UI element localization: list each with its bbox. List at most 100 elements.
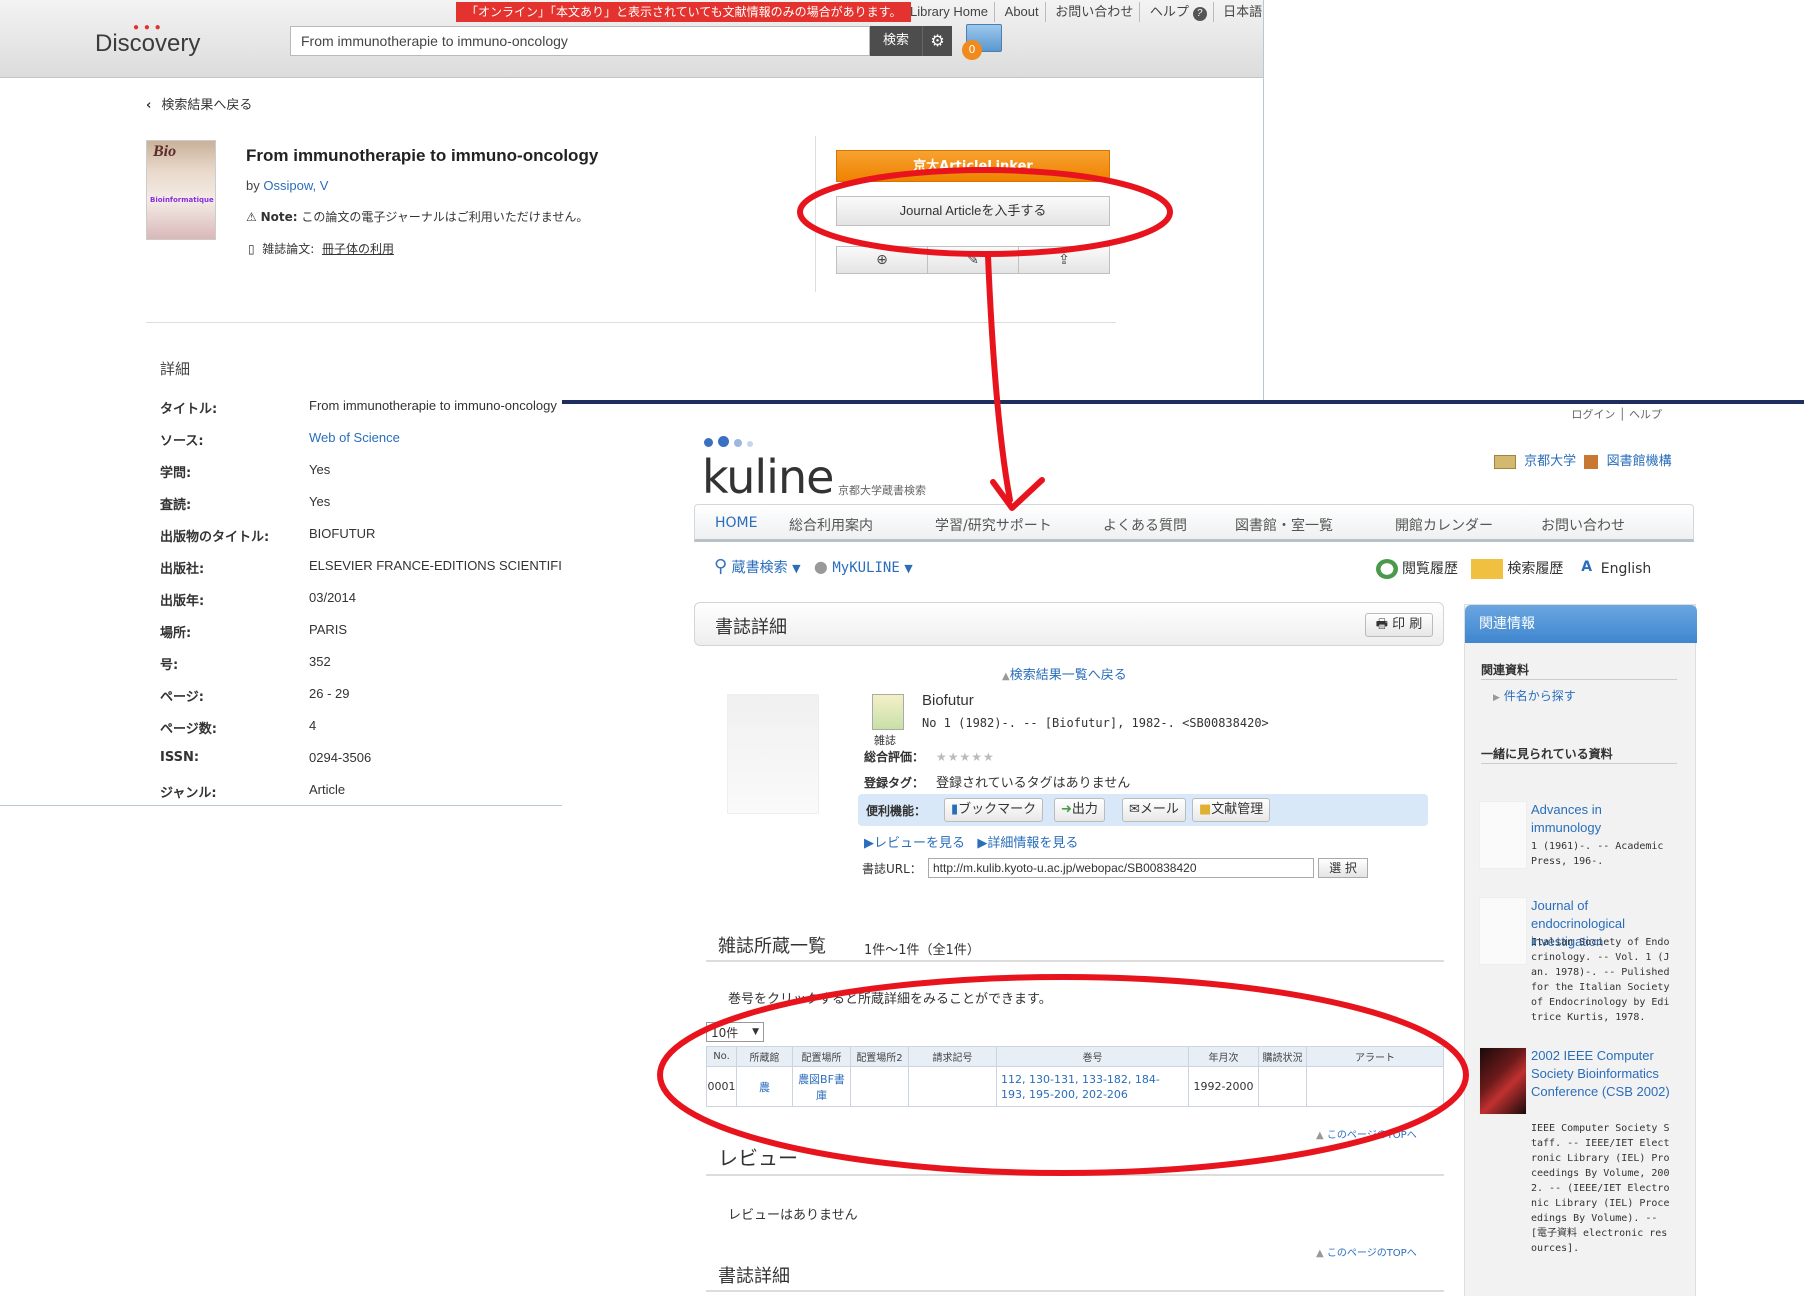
mail-button[interactable]: ✉メール <box>1122 798 1186 822</box>
search-by-subject-link[interactable]: ▶ 件名から探す <box>1493 687 1576 704</box>
item-thumbnail <box>1479 897 1527 965</box>
related-info-sidebar: 関連情報 関連資料 ▶ 件名から探す 一緒に見られている資料 Advances … <box>1464 604 1697 1296</box>
catalog-search-menu[interactable]: 蔵書検索 <box>732 560 788 576</box>
cell-volumes-link[interactable]: 112, 130-131, 133-182, 184-193, 195-200,… <box>996 1066 1189 1107</box>
rating: 総合評価： ★★★★★ <box>864 750 995 764</box>
availability-note: ⚠ Note: この論文の電子ジャーナルはご利用いただけません。 <box>246 210 589 224</box>
triangle-up-icon: ▲ <box>1316 1130 1324 1141</box>
nav-faq[interactable]: よくある質問 <box>1103 515 1187 535</box>
nav-home[interactable]: HOME <box>715 515 757 531</box>
language-select[interactable]: 日本語 ▾ <box>1217 2 1263 22</box>
search-history-link[interactable]: 検索履歴 <box>1507 561 1563 577</box>
cell-library-link[interactable]: 農 <box>736 1066 793 1107</box>
gear-icon[interactable]: ⚙ <box>922 26 952 56</box>
table-row: 0001 農 農図BF書庫 112, 130-131, 133-182, 184… <box>706 1066 1444 1107</box>
main-nav: HOME 総合利用案内 学習/研究サポート よくある質問 図書館・室一覧 開館カ… <box>694 504 1694 542</box>
help-icon: ? <box>1192 7 1207 21</box>
detail-links: ▶レビューを見る ▶詳細情報を見る <box>864 832 1078 851</box>
top-nav-help[interactable]: ヘルプ ? <box>1144 2 1214 22</box>
bib-detail-header: 書誌詳細 🖶 印 刷 <box>694 602 1444 646</box>
star-rating-icon[interactable]: ★★★★★ <box>936 750 995 764</box>
holdings-instructions: 巻号をクリックすると所蔵詳細をみることができます。 <box>728 992 1052 1007</box>
print-copy-link[interactable]: 冊子体の利用 <box>322 242 394 256</box>
article-title[interactable]: From immunotherapie to immuno-oncology <box>246 146 598 166</box>
discovery-logo[interactable]: ● ● ● Discovery <box>95 22 200 58</box>
journal-icon <box>872 694 904 730</box>
nav-guide[interactable]: 総合利用案内 <box>789 515 873 535</box>
source-link[interactable]: Web of Science <box>309 430 400 445</box>
tags: 登録タグ： 登録されているタグはありません <box>864 776 1131 791</box>
cell-location2 <box>850 1066 909 1107</box>
cell-location-link[interactable]: 農図BF書庫 <box>792 1066 851 1107</box>
top-nav-library-home[interactable]: Library Home <box>904 2 996 22</box>
item-description: IEEE Computer Society Staff. -- IEEE/IET… <box>1531 1123 1670 1254</box>
item-description: 1 (1961)-. -- Academic Press, 196-. <box>1531 841 1664 867</box>
nav-support[interactable]: 学習/研究サポート <box>935 515 1052 535</box>
item-title-link[interactable]: Advances in immunology <box>1531 801 1671 837</box>
triangle-right-icon: ▶ <box>1493 693 1500 703</box>
output-icon: ➜ <box>1061 802 1072 817</box>
back-to-results-link[interactable]: ‹ 検索結果へ戻る <box>146 94 252 113</box>
holdings-count: 1件～1件（全1件） <box>864 943 980 958</box>
related-materials-label: 関連資料 <box>1481 663 1530 677</box>
add-to-folder-icon[interactable]: ⊕ <box>837 247 928 273</box>
material-type-label: 雑誌 <box>874 734 896 747</box>
share-icon[interactable]: ⇪ <box>1019 247 1109 273</box>
back-to-results-link[interactable]: ▲検索結果一覧へ戻る <box>1002 664 1127 683</box>
library-icon <box>1584 454 1599 469</box>
document-type: ▯ 雑誌論文: 冊子体の利用 <box>248 242 394 256</box>
article-linker-button[interactable]: 京大ArticleLinker <box>836 150 1110 182</box>
search-input[interactable]: From immunotherapie to immuno-oncology <box>290 26 870 56</box>
kuline-window: ログイン │ ヘルプ kuline 京都大学蔵書検索 京都大学 図書館機構 HO… <box>562 400 1804 1296</box>
holdings-table: No. 所蔵館 配置場所 配置場所2 請求記号 巻号 年月次 購読状況 アラート… <box>706 1046 1444 1107</box>
edit-icon[interactable]: ✎ <box>928 247 1019 273</box>
top-nav-about[interactable]: About <box>999 2 1046 22</box>
library-org-link[interactable]: 図書館機構 <box>1607 454 1672 469</box>
no-reviews-text: レビューはありません <box>728 1208 858 1223</box>
cell-call-number <box>908 1066 997 1107</box>
cell-subscription <box>1258 1066 1307 1107</box>
cell-years: 1992-2000 <box>1188 1066 1259 1107</box>
select-url-button[interactable]: 選 択 <box>1318 858 1368 878</box>
nav-contact[interactable]: お問い合わせ <box>1541 515 1625 535</box>
sidebar-heading: 関連情報 <box>1465 605 1697 643</box>
view-details-link[interactable]: 詳細情報を見る <box>987 836 1078 851</box>
bib-detail-heading: 書誌詳細 <box>718 1266 790 1287</box>
nav-libraries[interactable]: 図書館・室一覧 <box>1235 515 1333 535</box>
nav-calendar[interactable]: 開館カレンダー <box>1395 515 1493 535</box>
divider <box>1481 679 1677 680</box>
top-nav-contact[interactable]: お問い合わせ <box>1049 2 1141 22</box>
output-button[interactable]: ➜出力 <box>1054 798 1105 822</box>
chevron-down-icon: ▼ <box>752 1027 759 1037</box>
search-button[interactable]: 検索 <box>870 26 922 56</box>
author-link[interactable]: Ossipow, V <box>263 178 328 193</box>
column-header: アラート <box>1306 1046 1444 1067</box>
university-link[interactable]: 京都大学 <box>1524 454 1576 469</box>
view-reviews-link[interactable]: レビューを見る <box>874 836 965 851</box>
bib-url-field[interactable]: http://m.kulib.kyoto-u.ac.jp/webopac/SB0… <box>928 858 1314 878</box>
dropdown-icon: ▼ <box>904 562 913 575</box>
english-link[interactable]: English <box>1601 561 1652 577</box>
column-header: 購読状況 <box>1258 1046 1307 1067</box>
reference-manager-button[interactable]: ■文献管理 <box>1192 798 1271 822</box>
author-line: by Ossipow, V <box>246 178 329 193</box>
triangle-right-icon: ▶ <box>977 836 988 851</box>
column-header: No. <box>706 1046 737 1067</box>
page-top-link[interactable]: ▲ このページのTOPへ <box>1316 1126 1417 1141</box>
login-help-links[interactable]: ログイン │ ヘルプ <box>1571 406 1662 422</box>
view-history-link[interactable]: 閲覧履歴 <box>1402 561 1458 577</box>
mykuline-menu[interactable]: MyKULINE <box>832 560 899 576</box>
item-description: Italian Society of Endocrinology. -- Vol… <box>1531 937 1670 1023</box>
item-title-link[interactable]: 2002 IEEE Computer Society Bioinformatic… <box>1531 1047 1671 1101</box>
document-icon: ▯ <box>248 242 255 256</box>
journal-cover-thumbnail[interactable]: Bio Bioinformatique <box>146 140 216 240</box>
review-heading: レビュー <box>718 1146 798 1170</box>
bookmark-button[interactable]: ▮ブックマーク <box>944 798 1044 822</box>
obtain-article-button[interactable]: Journal Articleを入手する <box>836 196 1110 226</box>
print-button[interactable]: 🖶 印 刷 <box>1365 613 1433 637</box>
divider <box>146 322 1116 323</box>
page-top-link[interactable]: ▲ このページのTOPへ <box>1316 1244 1417 1259</box>
bib-url-label: 書誌URL： <box>862 862 922 876</box>
per-page-select[interactable]: 10件 ▼ <box>706 1022 764 1042</box>
kuline-logo[interactable]: kuline <box>702 450 834 504</box>
